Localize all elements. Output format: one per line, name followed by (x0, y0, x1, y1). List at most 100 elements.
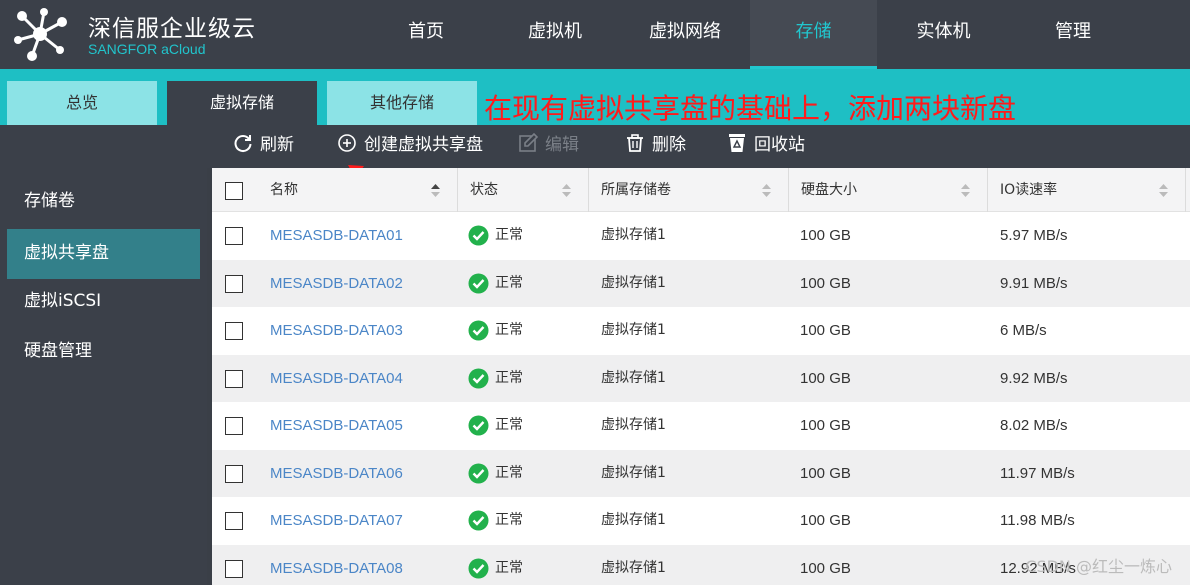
disk-name-link[interactable]: MESASDB-DATA02 (270, 260, 403, 307)
brand-title: 深信服企业级云 (88, 16, 256, 42)
table-row[interactable]: MESASDB-DATA03 正常 虚拟存储1 100 GB 6 MB/s (212, 307, 1190, 355)
table-row[interactable]: MESASDB-DATA06 正常 虚拟存储1 100 GB 11.97 MB/s (212, 449, 1190, 497)
io-read-text: 8.02 MB/s (1000, 417, 1068, 434)
sidebar-item-shared-disks[interactable]: 虚拟共享盘 (7, 229, 200, 279)
table-row[interactable]: MESASDB-DATA04 正常 虚拟存储1 100 GB 9.92 MB/s (212, 354, 1190, 402)
size-text: 100 GB (800, 369, 851, 387)
nav-physical[interactable]: 实体机 (877, 0, 1010, 69)
status-ok-icon (468, 368, 489, 388)
row-checkbox[interactable] (225, 369, 243, 388)
io-read-text: 11.98 MB/s (1000, 512, 1075, 529)
nav-storage[interactable]: 存储 (750, 0, 877, 69)
annotation-text: 在现有虚拟共享盘的基础上，添加两块新盘 (484, 92, 1017, 125)
column-header-status[interactable]: 状态 (458, 168, 589, 212)
status-text: 正常 (495, 274, 523, 291)
edit-button[interactable]: 编辑 (517, 125, 579, 168)
size-text: 100 GB (800, 274, 851, 292)
row-checkbox[interactable] (225, 512, 243, 530)
column-header-name[interactable]: 名称 (258, 168, 458, 212)
status-text: 正常 (495, 322, 523, 338)
shared-disk-table: 名称 状态 所属存储卷 硬盘大小 IO读速率 MESASDB-DATA01 正常虚… (212, 168, 1190, 585)
recycle-bin-icon (729, 134, 745, 152)
size-text: 100 GB (800, 464, 851, 482)
add-circle-icon (338, 134, 356, 152)
column-header-size[interactable]: 硬盘大小 (789, 168, 988, 212)
select-all-checkbox[interactable] (225, 182, 243, 200)
column-label: 硬盘大小 (801, 182, 857, 198)
disk-name-link[interactable]: MESASDB-DATA03 (270, 307, 403, 354)
volume-text: 虚拟存储1 (601, 464, 666, 481)
disk-name-link[interactable]: MESASDB-DATA07 (270, 497, 403, 544)
disk-name-link[interactable]: MESASDB-DATA05 (270, 402, 403, 449)
refresh-label: 刷新 (260, 135, 294, 155)
size-text: 100 GB (800, 417, 851, 434)
status-ok-icon (468, 463, 489, 483)
table-header: 名称 状态 所属存储卷 硬盘大小 IO读速率 (212, 168, 1190, 212)
delete-button[interactable]: 删除 (624, 125, 686, 168)
delete-label: 删除 (652, 135, 686, 155)
io-read-text: 5.97 MB/s (1000, 227, 1068, 244)
toolbar: 刷新 创建虚拟共享盘 编辑 删除 回收站 (0, 125, 1190, 168)
create-label: 创建虚拟共享盘 (364, 135, 483, 155)
sidebar-item-disk-management[interactable]: 硬盘管理 (7, 327, 200, 377)
row-checkbox[interactable] (225, 322, 243, 340)
refresh-button[interactable]: 刷新 (232, 125, 294, 168)
edit-label: 编辑 (545, 135, 579, 155)
status-text: 正常 (495, 464, 523, 481)
sort-icon (762, 184, 771, 197)
volume-text: 虚拟存储1 (601, 227, 666, 243)
disk-name-link[interactable]: MESASDB-DATA01 (270, 212, 403, 259)
size-text: 100 GB (800, 322, 851, 339)
row-checkbox[interactable] (225, 559, 243, 578)
tab-other-storage[interactable]: 其他存储 (327, 81, 477, 125)
size-text: 100 GB (800, 512, 851, 529)
status-text: 正常 (495, 512, 523, 528)
brand-subtitle: SANGFOR aCloud (88, 41, 206, 57)
disk-name-link[interactable]: MESASDB-DATA06 (270, 450, 403, 497)
io-read-text: 6 MB/s (1000, 322, 1047, 339)
status-text: 正常 (495, 227, 523, 243)
volume-text: 虚拟存储1 (601, 369, 666, 386)
trash-icon (627, 134, 643, 152)
tab-virtual-storage[interactable]: 虚拟存储 (167, 81, 317, 125)
row-checkbox[interactable] (225, 464, 243, 483)
recycle-label: 回收站 (754, 135, 805, 155)
status-ok-icon (468, 273, 489, 293)
nav-home[interactable]: 首页 (362, 0, 490, 69)
disk-name-link[interactable]: MESASDB-DATA04 (270, 355, 403, 402)
volume-text: 虚拟存储1 (601, 417, 666, 433)
table-row[interactable]: MESASDB-DATA07 正常 虚拟存储1 100 GB 11.98 MB/s (212, 497, 1190, 545)
sort-icon (431, 184, 440, 197)
status-ok-icon (468, 558, 489, 578)
status-ok-icon (468, 320, 489, 341)
status-ok-icon (468, 225, 489, 246)
io-read-text: 9.92 MB/s (1000, 369, 1068, 387)
table-row[interactable]: MESASDB-DATA02 正常 虚拟存储1 100 GB 9.91 MB/s (212, 259, 1190, 307)
nav-vm[interactable]: 虚拟机 (490, 0, 620, 69)
sidebar-item-volumes[interactable]: 存储卷 (7, 177, 200, 227)
table-row[interactable]: MESASDB-DATA05 正常 虚拟存储1 100 GB 8.02 MB/s (212, 402, 1190, 450)
recycle-bin-button[interactable]: 回收站 (726, 125, 805, 168)
row-checkbox[interactable] (225, 417, 243, 435)
disk-name-link[interactable]: MESASDB-DATA08 (270, 545, 403, 585)
nav-manage[interactable]: 管理 (1010, 0, 1136, 69)
row-checkbox[interactable] (225, 227, 243, 245)
sort-icon (1159, 184, 1168, 197)
column-header-io-read[interactable]: IO读速率 (988, 168, 1186, 212)
sort-icon (961, 184, 970, 197)
sidebar-item-iscsi[interactable]: 虚拟iSCSI (7, 277, 200, 327)
status-text: 正常 (495, 369, 523, 386)
column-header-volume[interactable]: 所属存储卷 (589, 168, 789, 212)
volume-text: 虚拟存储1 (601, 512, 666, 528)
column-label: 状态 (470, 182, 498, 198)
column-label: IO读速率 (1000, 182, 1058, 198)
table-row[interactable]: MESASDB-DATA01 正常 虚拟存储1 100 GB 5.97 MB/s (212, 212, 1190, 260)
nav-network[interactable]: 虚拟网络 (620, 0, 750, 69)
row-checkbox[interactable] (225, 274, 243, 293)
size-text: 100 GB (800, 227, 851, 244)
edit-icon (519, 132, 539, 152)
sidebar: 存储卷 虚拟共享盘 虚拟iSCSI 硬盘管理 (0, 168, 207, 585)
tab-overview[interactable]: 总览 (7, 81, 157, 125)
sangfor-logo-icon (14, 8, 67, 61)
column-label: 名称 (270, 182, 298, 198)
